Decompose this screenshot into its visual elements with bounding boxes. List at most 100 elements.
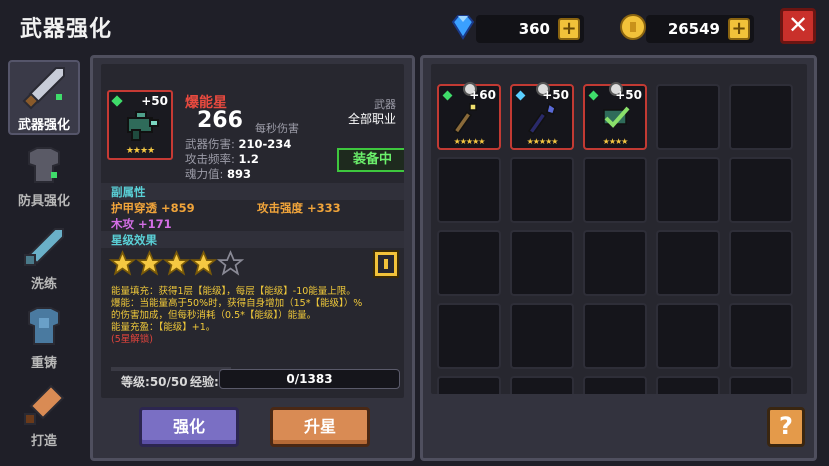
weapon-class: 全部职业 [347, 112, 396, 126]
enhance-button[interactable]: 强化 [139, 407, 239, 447]
inventory-slot-empty[interactable] [437, 157, 501, 223]
inventory-slot-empty[interactable] [729, 84, 793, 150]
inventory-slot-empty[interactable] [437, 303, 501, 369]
inventory-slot-empty[interactable] [656, 157, 720, 223]
inventory-slot-empty[interactable] [510, 157, 574, 223]
star-filled-icon [163, 250, 190, 276]
inventory-slot-empty[interactable] [729, 376, 793, 394]
menu-item-refine[interactable]: 洗练 [8, 225, 80, 292]
inventory-slot-empty[interactable] [729, 230, 793, 296]
sub-attr-value: +859 [161, 201, 195, 215]
star-filled-icon [136, 250, 163, 276]
sub-attr-label: 攻击强度 [257, 201, 303, 215]
weapon-thumbnail: +50 ★★★★ [107, 90, 173, 160]
inventory-slot-empty[interactable] [583, 230, 647, 296]
gold-coin-icon [620, 14, 646, 40]
sub-attribute-header [101, 183, 404, 200]
inventory-grid[interactable]: +60 ★★★★★ +50 ★★★★★ +50 ★★★★ [431, 64, 807, 394]
inventory-slot-empty[interactable] [583, 157, 647, 223]
menu-label-refine: 洗练 [30, 277, 57, 292]
quality-gem-icon [442, 90, 453, 101]
menu-item-reforge[interactable]: 重铸 [8, 304, 80, 371]
menu-label-forge: 打造 [30, 434, 57, 449]
inventory-slot-empty[interactable] [437, 230, 501, 296]
inventory-slot-empty[interactable] [729, 157, 793, 223]
inventory-slot-empty[interactable] [656, 84, 720, 150]
close-button[interactable]: ✕ [780, 8, 816, 44]
stat-soul-power: 魂力值: 893 [185, 166, 251, 182]
star-filled-icon [109, 250, 136, 276]
item-stars: ★★★★ [602, 137, 629, 146]
weapon-detail-panel: +50 ★★★★ 爆能星 266 每秒伤害 武器 全部职业 武器伤害: 210-… [90, 55, 415, 461]
upgrade-star-button[interactable]: 升星 [270, 407, 370, 447]
level-display: 等级:50/50 [121, 373, 188, 390]
exp-value: 0/1383 [286, 372, 333, 386]
exp-progress-bar: 0/1383 [219, 369, 400, 389]
quality-gem-icon [515, 90, 526, 101]
star-effect-locked-note: (5星解锁) [111, 334, 153, 345]
stat-label: 武器伤害: [185, 137, 235, 151]
menu-item-forge[interactable]: 打造 [8, 382, 80, 449]
star-effect-line: 的伤害加成，但每秒消耗（0.5*【能级】）能量。 [111, 310, 317, 321]
sword-icon [22, 67, 65, 110]
add-gems-button[interactable]: + [558, 18, 580, 40]
inventory-slot-empty[interactable] [437, 376, 501, 394]
sub-attr-value: +171 [138, 217, 172, 231]
menu-item-armor-enhance[interactable]: 防具强化 [8, 142, 80, 209]
diamond-icon [451, 15, 475, 40]
item-stars: ★★★★★ [526, 137, 559, 146]
menu-label-armor-enhance: 防具强化 [17, 194, 70, 209]
inventory-slot-empty[interactable] [656, 376, 720, 394]
inventory-slot-item[interactable]: +50 ★★★★ [583, 82, 647, 150]
inventory-slot-empty[interactable] [729, 303, 793, 369]
gold-currency: 26549 + [646, 15, 754, 43]
star-effect-line: 能量填充：获得1层【能级】，每层【能级】-10能量上限。 [111, 286, 356, 297]
weapon-info-card: +50 ★★★★ 爆能星 266 每秒伤害 武器 全部职业 武器伤害: 210-… [101, 64, 404, 398]
page-title: 武器强化 [20, 17, 113, 42]
staff-icon [453, 103, 477, 135]
sub-attr-label: 木攻 [111, 217, 134, 231]
inventory-slot-empty[interactable] [583, 376, 647, 394]
inventory-slot-item[interactable]: +60 ★★★★★ [437, 82, 501, 150]
inventory-slot-empty[interactable] [656, 230, 720, 296]
add-gold-button[interactable]: + [728, 18, 750, 40]
thumbnail-stars: ★★★★ [125, 146, 155, 156]
stat-value: 1.2 [238, 152, 259, 166]
menu-label-weapon-enhance: 武器强化 [17, 118, 70, 133]
inventory-panel: +60 ★★★★★ +50 ★★★★★ +50 ★★★★ ? [420, 55, 817, 461]
inventory-slot-empty[interactable] [656, 303, 720, 369]
inventory-slot-empty[interactable] [510, 303, 574, 369]
sub-attribute-title: 副属性 [111, 185, 146, 199]
menu-item-weapon-enhance[interactable]: 武器强化 [8, 60, 80, 135]
inventory-slot-item[interactable]: +50 ★★★★★ [510, 82, 574, 150]
gem-currency: 360 + [476, 15, 584, 43]
gold-amount: 26549 [667, 20, 720, 38]
lock-icon[interactable] [373, 250, 399, 278]
stat-weapon-damage: 武器伤害: 210-234 [185, 136, 291, 152]
star-effect-line: 爆能：当能量高于50%时，获得自身增加（15*【能级】）% [111, 298, 363, 309]
star-rating [109, 250, 244, 281]
scroll-fade [111, 367, 231, 371]
quality-gem-icon [588, 90, 599, 101]
star-filled-icon [190, 250, 217, 276]
stat-label: 魂力值: [185, 167, 224, 181]
level-label: 等级: [121, 375, 150, 389]
inventory-slot-empty[interactable] [510, 230, 574, 296]
scepter-icon [528, 102, 556, 135]
star-effect-line: 能量充盈：【能级】+1。 [111, 322, 216, 333]
stat-label: 攻击频率: [185, 152, 235, 166]
weapon-dps: 266 [197, 108, 243, 133]
inventory-slot-empty[interactable] [583, 303, 647, 369]
stat-value: 893 [227, 167, 252, 181]
sub-attr-value: +333 [307, 201, 341, 215]
level-value: 50/50 [149, 375, 188, 389]
stat-attack-speed: 攻击频率: 1.2 [185, 151, 259, 167]
sub-attr-wood-attack: 木攻 +171 [111, 216, 172, 232]
weapon-level-badge: +50 [141, 94, 168, 108]
help-button[interactable]: ? [767, 407, 805, 447]
equipped-badge: 装备中 [337, 148, 404, 172]
armor-icon [28, 147, 60, 183]
sub-attr-label: 护甲穿透 [111, 201, 157, 215]
menu-label-reforge: 重铸 [30, 356, 57, 371]
inventory-slot-empty[interactable] [510, 376, 574, 394]
